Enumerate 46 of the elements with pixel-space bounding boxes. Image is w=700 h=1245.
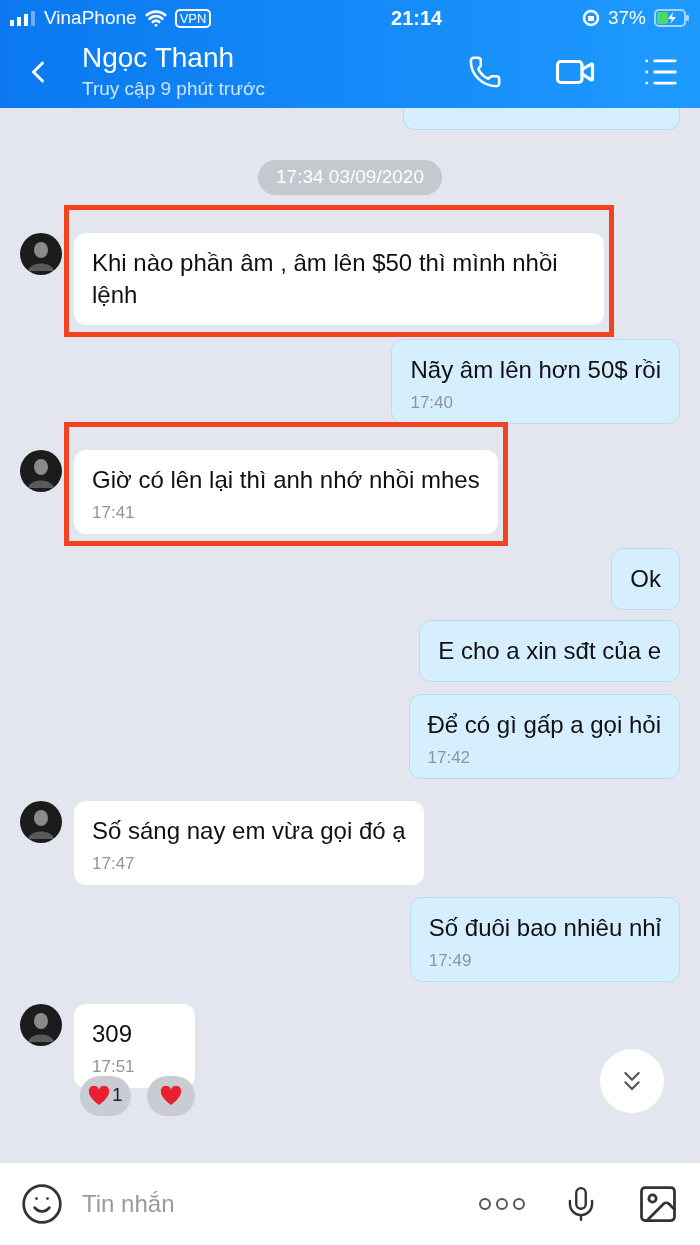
more-icon[interactable] [478,1197,526,1211]
last-seen: Truy cập 9 phút trước [82,76,266,101]
avatar[interactable] [20,450,62,492]
avatar[interactable] [20,801,62,843]
message-time: 17:49 [428,949,473,972]
message-text: Số đuôi bao nhiêu nhỉ [428,912,661,943]
message-bubble[interactable]: E cho a xin sđt của e [419,619,680,682]
message-time: 17:51 [92,1056,136,1078]
vpn-badge: VPN [174,8,212,28]
heart-icon [159,1085,182,1106]
sticker-icon[interactable] [20,1182,64,1226]
message-text: E cho a xin sđt của e [438,635,661,666]
avatar[interactable] [20,232,62,275]
wifi-icon [144,7,167,29]
message-bubble[interactable]: Ok [611,547,680,610]
message-text: Giờ có lên lại thì anh nhớ nhồi mhes [92,465,480,495]
message-text: Ok [630,563,661,594]
message-time: 17:40 [410,391,454,414]
call-button[interactable] [468,55,502,89]
message-time: 17:41 [92,502,136,524]
message-text: Số sáng nay em vừa gọi đó ạ [92,816,406,846]
battery-icon [654,9,690,27]
message-time: 17:42 [427,746,472,769]
message-bubble[interactable]: Số đuôi bao nhiêu nhỉ 17:49 [409,896,680,982]
reaction-badge[interactable]: 1 [80,1075,131,1116]
avatar[interactable] [20,1004,62,1046]
message-bubble[interactable]: 309 17:51 [74,1004,195,1088]
battery-percent: 37% [607,5,646,30]
carrier-name: VinaPhone [44,5,137,30]
signal-icon [10,10,36,26]
message-text: Khi nào phần âm , âm lên $50 thì mình nhồi lệnh [92,247,559,310]
phone-icon [468,55,502,89]
message-bubble[interactable]: Nãy âm lên hơn 50$ rồi 17:40 [391,338,680,424]
heart-icon [88,1085,110,1106]
message-text: Để có gì gấp a gọi hỏi [427,709,661,740]
message-bubble[interactable]: Số sáng nay em vừa gọi đó ạ 17:47 [74,801,424,885]
message-input[interactable]: Tin nhắn [82,1186,460,1222]
message-bubble[interactable]: Để có gì gấp a gọi hỏi 17:42 [408,693,680,779]
message-bubble[interactable]: Khi nào phần âm , âm lên $50 thì mình nhồi lệnh [74,232,604,325]
contact-name: Ngọc Thanh [82,40,236,75]
message-time: 17:47 [92,853,136,875]
message-text: 309 [92,1019,134,1049]
rotation-lock-icon [581,9,600,27]
clock: 21:14 [391,6,443,31]
message-bubble[interactable]: Giờ có lên lại thì anh nhớ nhồi mhes 17:41 [74,450,498,534]
message-text: Nãy âm lên hơn 50$ rồi [410,354,661,385]
